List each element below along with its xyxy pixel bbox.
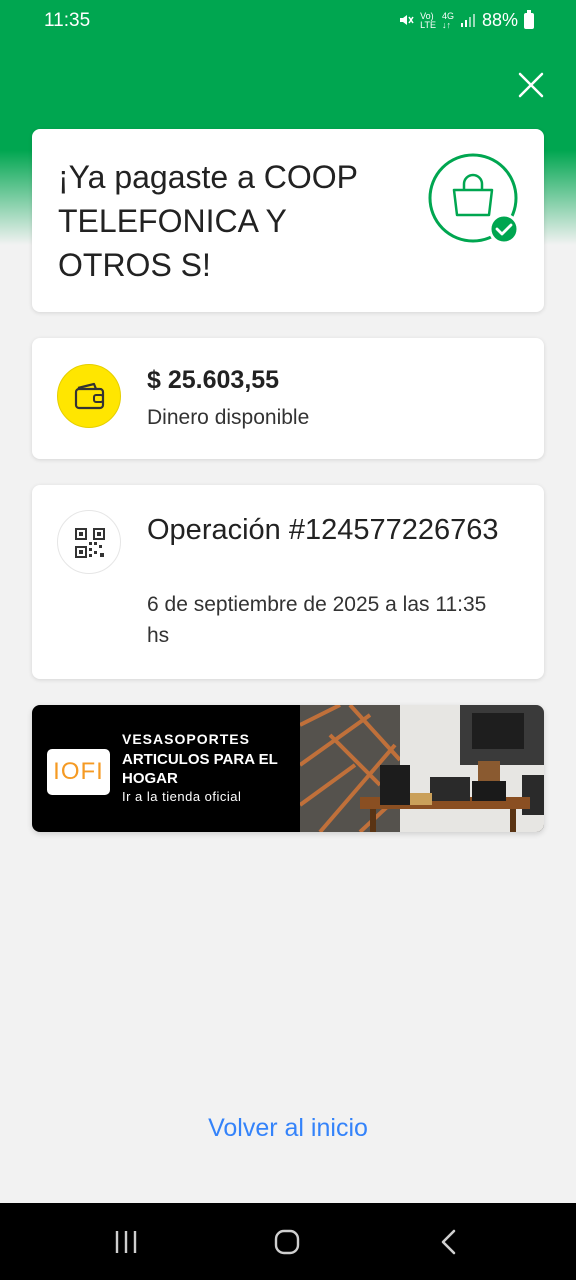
operation-date: 6 de septiembre de 2025 a las 11:35 hs xyxy=(147,593,487,647)
wallet-icon xyxy=(74,382,105,410)
battery-icon xyxy=(524,9,534,29)
close-button[interactable] xyxy=(514,68,548,102)
balance-label: Dinero disponible xyxy=(147,406,310,429)
shopping-bag-check-icon xyxy=(428,153,520,245)
home-icon[interactable] xyxy=(273,1228,301,1256)
operation-card: Operación #124577226763 6 de septiembre … xyxy=(32,485,544,679)
close-icon xyxy=(518,72,544,98)
banner-store-link[interactable]: Ir a la tienda oficial xyxy=(122,789,241,804)
banner-brand: VESASOPORTES xyxy=(122,731,250,747)
status-icons: Vo) LTE 4G ↓↑ 88% xyxy=(398,9,534,31)
volte-icon: Vo) LTE xyxy=(420,11,436,30)
qr-code-icon xyxy=(75,528,105,558)
operation-number: Operación #124577226763 xyxy=(147,514,499,546)
qr-icon-container xyxy=(57,510,121,574)
payment-success-card: ¡Ya pagaste a COOP TELEFONICA Y OTROS S! xyxy=(32,129,544,312)
balance-card: $ 25.603,55 Dinero disponible xyxy=(32,338,544,459)
balance-amount: $ 25.603,55 xyxy=(147,366,280,394)
back-to-home-link[interactable]: Volver al inicio xyxy=(0,1114,576,1143)
back-icon[interactable] xyxy=(436,1228,464,1256)
battery-level: 88% xyxy=(481,10,518,30)
4g-icon: 4G ↓↑ xyxy=(441,11,454,30)
signal-icon xyxy=(460,12,476,30)
store-ad-banner[interactable]: IOFI VESASOPORTES ARTICULOS PARA EL HOGA… xyxy=(32,705,544,832)
wallet-icon-container xyxy=(57,364,121,428)
system-nav-bar xyxy=(0,1203,576,1280)
status-bar: 11:35 Vo) LTE 4G ↓↑ 88% xyxy=(0,0,576,42)
store-logo: IOFI xyxy=(47,749,110,795)
volte-bottom-label: LTE xyxy=(420,19,436,30)
banner-headline: ARTICULOS PARA EL HOGAR xyxy=(122,751,278,787)
recents-icon[interactable] xyxy=(112,1228,140,1256)
mute-icon xyxy=(398,12,414,30)
net-bottom-label: ↓↑ xyxy=(441,19,451,30)
office-photo xyxy=(300,705,544,832)
payment-success-title: ¡Ya pagaste a COOP TELEFONICA Y OTROS S! xyxy=(58,159,358,283)
status-time: 11:35 xyxy=(44,10,91,31)
